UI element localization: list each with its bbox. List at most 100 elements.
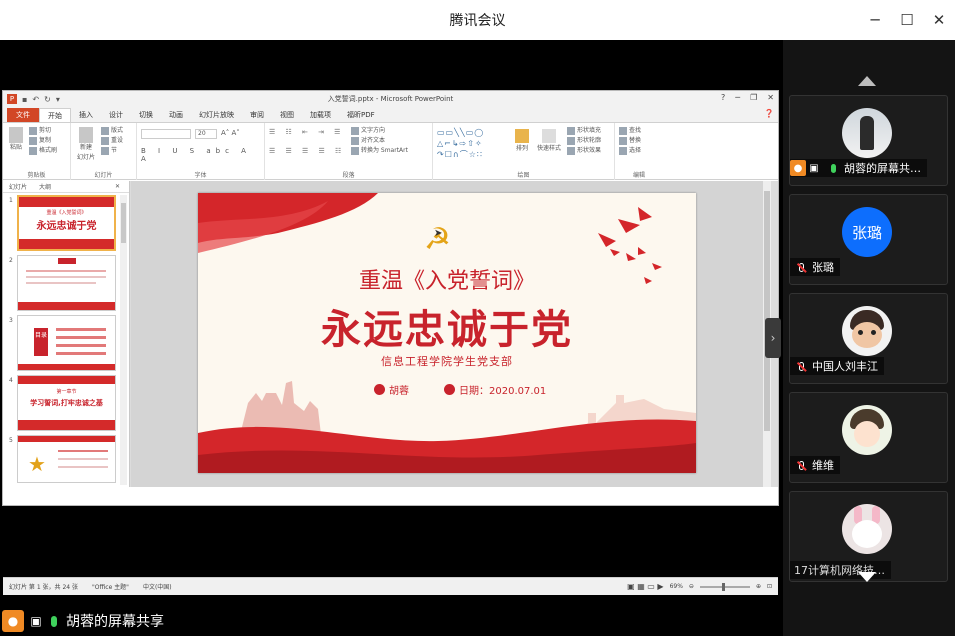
thumb-number: 5 <box>9 437 13 444</box>
section-icon <box>101 146 109 155</box>
group-label: 幻灯片 <box>94 172 113 179</box>
avatar <box>842 108 892 158</box>
tab-addins[interactable]: 加载项 <box>302 108 339 122</box>
ppt-help-icon[interactable]: ? <box>721 93 725 102</box>
minimize-button[interactable]: ─ <box>859 0 891 40</box>
tab-insert[interactable]: 插入 <box>71 108 101 122</box>
align-icons[interactable]: ☰ ☰ ☰ ☰ ☷ <box>269 147 345 155</box>
tab-slides[interactable]: 幻灯片 <box>3 182 33 191</box>
shape-outline-button[interactable]: 形状轮廓 <box>567 136 601 146</box>
copy-button[interactable]: 复制 <box>29 136 57 146</box>
text-direction-button[interactable]: 文字方向 <box>351 126 408 136</box>
mic-muted-icon <box>793 259 809 275</box>
group-label: 段落 <box>342 172 355 179</box>
close-button[interactable]: ✕ <box>923 0 955 40</box>
ribbon-help-icon[interactable]: ❓ <box>764 109 774 118</box>
slide-thumb-5[interactable]: ★ <box>17 435 116 483</box>
tab-transitions[interactable]: 切换 <box>131 108 161 122</box>
participant-tile[interactable]: 张璐 张璐 <box>789 194 948 285</box>
arrange-button[interactable]: 排列 <box>515 127 529 154</box>
layout-icon <box>101 126 109 135</box>
ppt-title-bar: P ▪ ↶ ↻ ▾ 入党誓词.pptx - Microsoft PowerPoi… <box>3 91 778 107</box>
share-label: 胡蓉的屏幕共享 <box>66 614 164 630</box>
user-icon: ● <box>790 160 806 176</box>
participant-tile[interactable]: 17计算机网络技… <box>789 491 948 582</box>
ribbon-tabs: 文件 开始 插入 设计 切换 动画 幻灯片放映 审阅 视图 加载项 福昕PDF … <box>3 107 778 123</box>
slide-thumb-2[interactable] <box>17 255 116 311</box>
reset-button[interactable]: 重设 <box>101 136 123 146</box>
tab-home[interactable]: 开始 <box>39 108 71 122</box>
group-drawing: ▭▭╲╲▭◯ △⌐↳⇨⇧✧ ↷☐∩⌒☆∷ 排列 快速样式 形状填充 形状轮廓 形状效… <box>433 123 615 180</box>
layout-button[interactable]: 版式 <box>101 126 123 136</box>
zoom-slider[interactable] <box>699 582 750 591</box>
shape-fill-button[interactable]: 形状填充 <box>567 126 601 136</box>
search-icon <box>619 126 627 135</box>
cut-button[interactable]: 剪切 <box>29 126 57 136</box>
slide-thumb-4[interactable]: 第一章节 学习誓词,打牢忠诚之基 <box>17 375 116 431</box>
tab-foxit-pdf[interactable]: 福昕PDF <box>339 108 383 122</box>
find-button[interactable]: 查找 <box>619 126 641 136</box>
replace-icon <box>619 136 627 145</box>
copy-icon <box>29 136 37 145</box>
tab-review[interactable]: 审阅 <box>242 108 272 122</box>
participant-name: 中国人刘丰江 <box>812 360 878 373</box>
participant-tile[interactable]: 中国人刘丰江 <box>789 293 948 384</box>
collapse-panel-button[interactable]: › <box>765 318 781 358</box>
slide-date: 日期：2020.07.01 <box>444 382 546 397</box>
shape-effects-button[interactable]: 形状效果 <box>567 146 601 156</box>
thumb-title: 永远忠诚于党 <box>36 221 97 232</box>
tab-design[interactable]: 设计 <box>101 108 131 122</box>
group-paragraph: ☰ ☷ ⇤ ⇥ ☰ ☰ ☰ ☰ ☰ ☷ 文字方向 对齐文本 转换为 SmartA… <box>265 123 433 180</box>
group-label: 剪贴板 <box>27 172 46 179</box>
participant-tile[interactable]: 维维 <box>789 392 948 483</box>
thumb-subtitle: 第一章节 <box>56 389 77 395</box>
zoom-in-icon[interactable]: ⊕ <box>756 583 761 590</box>
thumb-number: 3 <box>9 317 13 324</box>
group-editing: 查找 替换 选择 编辑 <box>615 123 663 180</box>
section-button[interactable]: 节 <box>101 146 123 156</box>
fit-slide-icon[interactable]: ⊡ <box>767 583 772 590</box>
ppt-minimize-icon[interactable]: ─ <box>735 93 740 102</box>
align-text-button[interactable]: 对齐文本 <box>351 136 408 146</box>
participant-name: 胡蓉的屏幕共… <box>844 162 921 175</box>
quick-styles-button[interactable]: 快速样式 <box>537 127 561 154</box>
slide-counter: 幻灯片 第 1 张，共 24 张 <box>9 584 78 591</box>
screen-share-icon: ▣ <box>809 162 819 174</box>
replace-button[interactable]: 替换 <box>619 136 641 146</box>
slide-thumb-1[interactable]: 重温《入党誓词》 永远忠诚于党 <box>17 195 116 251</box>
new-slide-button[interactable]: 新建 幻灯片 <box>75 127 97 163</box>
select-button[interactable]: 选择 <box>619 146 641 156</box>
ppt-restore-icon[interactable]: ❐ <box>750 93 757 102</box>
avatar <box>842 306 892 356</box>
participants-panel: ● ▣ 胡蓉的屏幕共… 张璐 张璐 中国人刘丰江 维维 17计算机网络技… <box>783 40 955 636</box>
font-name-select[interactable] <box>141 129 191 139</box>
mic-on-icon <box>48 615 60 627</box>
slides-panel: 幻灯片 大纲 ✕ 1 重温《入党誓词》 永远忠诚于党 2 3 目录 4 第一章节… <box>3 181 130 487</box>
close-panel-icon[interactable]: ✕ <box>109 183 126 190</box>
zoom-out-icon[interactable]: ⊖ <box>689 583 694 590</box>
shapes-gallery[interactable]: ▭▭╲╲▭◯ △⌐↳⇨⇧✧ ↷☐∩⌒☆∷ <box>437 127 509 163</box>
tab-file[interactable]: 文件 <box>7 108 39 122</box>
scroll-up-icon[interactable] <box>858 76 876 86</box>
smartart-button[interactable]: 转换为 SmartArt <box>351 146 408 156</box>
participant-tile[interactable]: ● ▣ 胡蓉的屏幕共… <box>789 95 948 186</box>
tab-outline[interactable]: 大纲 <box>33 182 57 191</box>
thumb-number: 2 <box>9 257 13 264</box>
maximize-button[interactable]: ☐ <box>891 0 923 40</box>
tab-animations[interactable]: 动画 <box>161 108 191 122</box>
thumb-scrollbar[interactable] <box>120 195 127 485</box>
tab-slideshow[interactable]: 幻灯片放映 <box>191 108 242 122</box>
tab-view[interactable]: 视图 <box>272 108 302 122</box>
format-painter-button[interactable]: 格式刷 <box>29 146 57 156</box>
grow-font-icon[interactable]: A˄ A˅ <box>221 129 240 137</box>
font-size-select[interactable]: 20 <box>195 129 217 139</box>
ppt-close-icon[interactable]: ✕ <box>767 93 774 102</box>
scroll-down-icon[interactable] <box>858 572 876 582</box>
list-icons[interactable]: ☰ ☷ ⇤ ⇥ ☰ <box>269 128 344 136</box>
paste-button[interactable]: 粘贴 <box>7 127 25 153</box>
slide-thumb-3[interactable]: 目录 <box>17 315 116 371</box>
window-title: 腾讯会议 <box>449 13 506 29</box>
normal-view-icon[interactable]: ▣ ▦ ▭ ▶ <box>627 582 663 591</box>
star-icon: ★ <box>28 452 46 476</box>
font-format-icons[interactable]: B I U S abc A A <box>141 147 264 163</box>
